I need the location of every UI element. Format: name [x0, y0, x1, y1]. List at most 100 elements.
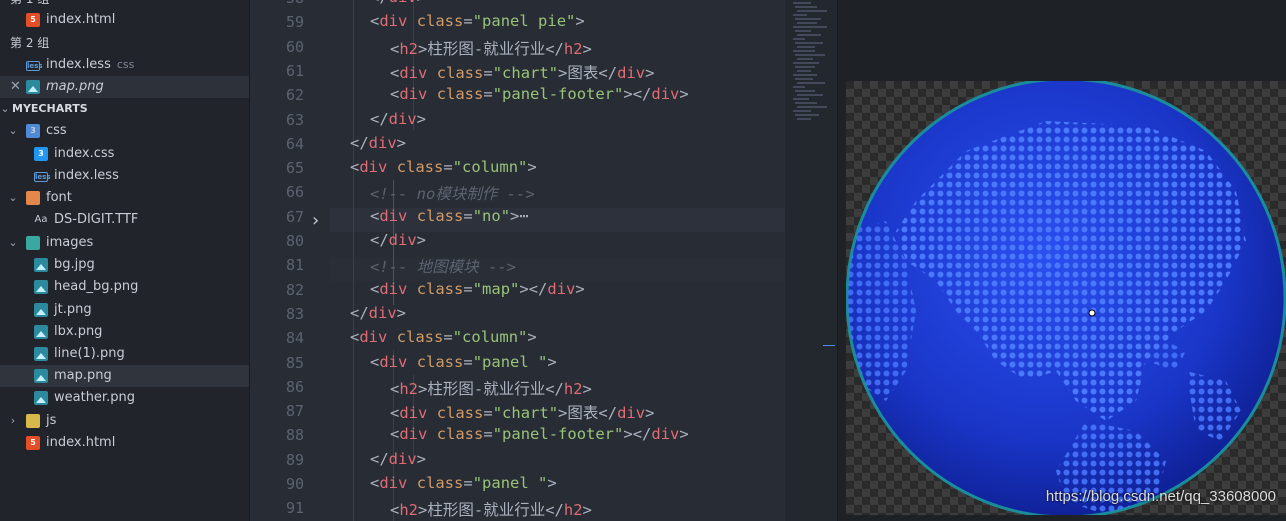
minimap-line: [793, 74, 817, 76]
globe-image: [846, 81, 1286, 515]
minimap-cursor-marker: [823, 345, 835, 346]
minimap-line: [795, 18, 821, 20]
file-item[interactable]: jt.png: [0, 299, 249, 321]
font-folder-icon: [26, 191, 40, 205]
minimap-line: [795, 66, 815, 68]
code-line[interactable]: <h2>柱形图-就业行业</h2>: [390, 377, 592, 399]
code-line[interactable]: <div class="panel-footer"></div>: [390, 85, 689, 103]
item-label: map.png: [54, 368, 112, 383]
file-item[interactable]: head_bg.png: [0, 276, 249, 298]
minimap-line: [793, 26, 827, 28]
code-line[interactable]: <div class="chart">图表</div>: [390, 401, 654, 423]
line-number: 80: [285, 232, 304, 250]
file-item[interactable]: weather.png: [0, 387, 249, 409]
file-item[interactable]: less index.less: [0, 165, 249, 187]
chevron-down-icon[interactable]: ⌄: [0, 98, 10, 120]
minimap-line: [797, 70, 811, 72]
file-item[interactable]: line(1).png: [0, 343, 249, 365]
file-item[interactable]: lbx.png: [0, 321, 249, 343]
file-item[interactable]: 3 index.css: [0, 143, 249, 165]
minimap-line: [793, 50, 815, 52]
image-file-icon: [34, 369, 48, 383]
css-folder-icon: 3: [26, 124, 40, 138]
line-number: 64: [285, 134, 304, 153]
minimap-line: [795, 30, 811, 32]
code-line[interactable]: </div>: [370, 0, 426, 6]
indent-guide: [353, 0, 354, 521]
item-label: css: [46, 123, 67, 138]
code-line[interactable]: </div>: [370, 450, 426, 468]
minimap-line: [797, 94, 823, 96]
line-number: 83: [285, 304, 304, 323]
code-line[interactable]: <div class="panel ">: [370, 474, 557, 492]
item-label: 第 2 组: [10, 36, 50, 50]
code-line[interactable]: <div class="panel pie">: [370, 12, 585, 30]
file-item[interactable]: less index.less css: [0, 54, 249, 76]
minimap-line: [793, 86, 805, 88]
minimap-line: [797, 46, 815, 48]
file-item[interactable]: 5 index.html: [0, 9, 249, 31]
code-line[interactable]: <div class="chart">图表</div>: [390, 61, 654, 83]
code-line[interactable]: <!-- 地图模块 -->: [370, 255, 516, 277]
code-line[interactable]: <div class="map"></div>: [370, 280, 585, 298]
code-line[interactable]: <div class="panel-footer"></div>: [390, 425, 689, 443]
code-editor[interactable]: 58 </div> 59 <div class="panel pie"> 60 <h2>柱…: [250, 0, 785, 521]
minimap-line: [795, 6, 817, 8]
folder-item[interactable]: ⌄ 3 css: [0, 120, 249, 142]
item-label: MYECHARTS: [12, 102, 88, 115]
line-number: 65: [285, 159, 304, 178]
chevron-right-icon[interactable]: ›: [8, 410, 18, 432]
code-line[interactable]: </div>: [370, 110, 426, 128]
chevron-down-icon[interactable]: ⌄: [8, 187, 18, 209]
code-line[interactable]: <h2>柱形图-就业行业</h2>: [390, 37, 592, 59]
code-line[interactable]: <div class="no">⋯: [370, 207, 529, 225]
line-number: 82: [285, 280, 304, 299]
group-header[interactable]: 第 2 组: [0, 32, 249, 54]
folder-item[interactable]: ⌄ images: [0, 232, 249, 254]
item-label: index.html: [46, 12, 116, 27]
minimap-line: [795, 78, 813, 80]
file-item[interactable]: Aa DS-DIGIT.TTF: [0, 209, 249, 231]
file-item[interactable]: map.png: [0, 365, 249, 387]
line-number: 67: [285, 207, 304, 226]
minimap-line: [797, 106, 827, 108]
folder-item[interactable]: ⌄ font: [0, 187, 249, 209]
file-item[interactable]: ✕ map.png: [0, 76, 249, 98]
image-file-icon: [34, 391, 48, 405]
minimap-line: [793, 62, 819, 64]
minimap[interactable]: [785, 0, 837, 521]
chevron-down-icon[interactable]: ⌄: [8, 120, 18, 142]
code-line[interactable]: </div>: [350, 134, 406, 152]
code-line[interactable]: <div class="column">: [350, 328, 537, 346]
minimap-line: [795, 90, 815, 92]
line-number: 91: [285, 499, 304, 518]
item-label: lbx.png: [54, 324, 103, 339]
line-number: 84: [285, 329, 304, 348]
file-item[interactable]: 5 index.html: [0, 432, 249, 454]
watermark: https://blog.csdn.net/qq_33608000: [1045, 488, 1276, 505]
explorer-section-header[interactable]: ⌄ MYECHARTS: [0, 98, 249, 120]
code-line[interactable]: </div>: [370, 231, 426, 249]
code-line[interactable]: <div class="column">: [350, 158, 537, 176]
item-label: index.css: [54, 146, 115, 161]
file-item[interactable]: bg.jpg: [0, 254, 249, 276]
line-number: 61: [285, 61, 304, 80]
line-number: 58: [250, 0, 304, 7]
folder-item[interactable]: › js: [0, 410, 249, 432]
close-icon[interactable]: ✕: [10, 76, 21, 98]
code-line[interactable]: </div>: [350, 304, 406, 322]
minimap-line: [795, 102, 817, 104]
item-label: bg.jpg: [54, 257, 95, 272]
fold-expand-icon[interactable]: ›: [312, 210, 319, 231]
code-line[interactable]: <h2>柱形图-就业行业</h2>: [390, 498, 592, 520]
css-file-icon: 3: [34, 147, 48, 161]
chevron-down-icon[interactable]: ⌄: [8, 232, 18, 254]
item-label: head_bg.png: [54, 279, 139, 294]
item-label: weather.png: [54, 390, 135, 405]
code-line[interactable]: <!-- no模块制作 -->: [370, 182, 535, 204]
less-file-icon: less: [26, 61, 43, 71]
minimap-line: [793, 38, 805, 40]
image-file-icon: [34, 325, 48, 339]
code-line[interactable]: <div class="panel ">: [370, 353, 557, 371]
item-label: js: [46, 413, 57, 428]
